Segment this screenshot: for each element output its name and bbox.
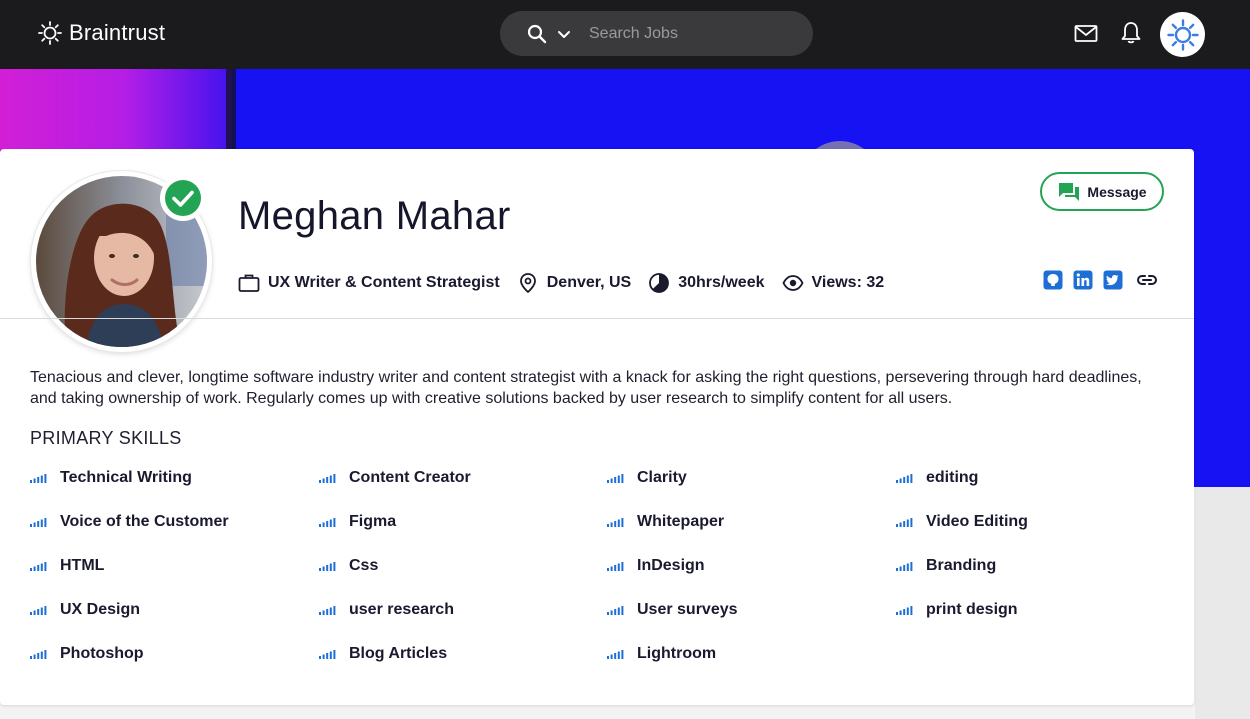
skill-item: Clarity bbox=[607, 469, 687, 487]
skill-level-icon bbox=[319, 606, 336, 615]
skill-item: Css bbox=[319, 557, 378, 575]
skill-label: Branding bbox=[926, 557, 997, 574]
braintrust-avatar-icon bbox=[1166, 18, 1199, 51]
skill-level-icon bbox=[319, 562, 336, 571]
skill-label: Video Editing bbox=[926, 513, 1028, 530]
brand-name: Braintrust bbox=[69, 20, 166, 45]
message-button[interactable]: Message bbox=[1040, 172, 1164, 211]
skill-level-icon bbox=[319, 650, 336, 659]
skill-label: Figma bbox=[349, 513, 397, 530]
skill-item: Blog Articles bbox=[319, 645, 447, 663]
skill-item: Whitepaper bbox=[607, 513, 724, 531]
skill-level-icon bbox=[30, 562, 47, 571]
skill-item: Video Editing bbox=[896, 513, 1028, 531]
briefcase-icon bbox=[238, 274, 260, 292]
profile-meta: UX Writer & Content Strategist Denver, U… bbox=[238, 272, 901, 294]
skill-label: Clarity bbox=[637, 469, 687, 486]
skill-item: Technical Writing bbox=[30, 469, 192, 487]
skill-item: User surveys bbox=[607, 601, 738, 619]
skill-item: editing bbox=[896, 469, 978, 487]
skill-level-icon bbox=[607, 518, 624, 527]
profile-availability: 30hrs/week bbox=[648, 272, 765, 294]
skill-item: UX Design bbox=[30, 601, 140, 619]
skill-item: Photoshop bbox=[30, 645, 144, 663]
skill-level-icon bbox=[607, 562, 624, 571]
profile-title-text: UX Writer & Content Strategist bbox=[268, 274, 500, 291]
location-pin-icon bbox=[519, 273, 536, 294]
skill-level-icon bbox=[896, 474, 913, 483]
skill-label: Whitepaper bbox=[637, 513, 725, 530]
search-icon[interactable] bbox=[527, 24, 547, 44]
skill-level-icon bbox=[896, 606, 913, 615]
link-icon[interactable] bbox=[1135, 270, 1159, 290]
skill-item: Branding bbox=[896, 557, 996, 575]
skill-item: user research bbox=[319, 601, 454, 619]
skill-item: HTML bbox=[30, 557, 104, 575]
search-bar[interactable] bbox=[500, 11, 813, 56]
skill-level-icon bbox=[30, 474, 47, 483]
github-icon[interactable] bbox=[1043, 270, 1063, 290]
skill-label: Voice of the Customer bbox=[60, 513, 229, 530]
skill-item: Figma bbox=[319, 513, 396, 531]
skill-label: HTML bbox=[60, 557, 105, 574]
skill-item: print design bbox=[896, 601, 1018, 619]
skills-heading: PRIMARY SKILLS bbox=[30, 428, 182, 448]
skill-label: Technical Writing bbox=[60, 469, 192, 486]
skill-label: UX Design bbox=[60, 601, 141, 618]
skill-level-icon bbox=[607, 650, 624, 659]
skill-label: Content Creator bbox=[349, 469, 471, 486]
social-links bbox=[1043, 270, 1159, 290]
page-background-strip bbox=[1195, 487, 1250, 719]
check-circle-icon bbox=[165, 180, 201, 216]
profile-location-text: Denver, US bbox=[546, 274, 632, 291]
clock-pie-icon bbox=[649, 273, 670, 293]
eye-icon bbox=[781, 275, 804, 291]
skill-level-icon bbox=[896, 562, 913, 571]
skill-level-icon bbox=[30, 518, 47, 527]
skill-label: Lightroom bbox=[637, 645, 717, 662]
chat-icon bbox=[1059, 182, 1080, 201]
skill-label: editing bbox=[926, 469, 979, 486]
search-input[interactable] bbox=[589, 24, 789, 43]
linkedin-icon[interactable] bbox=[1073, 270, 1093, 290]
profile-title: UX Writer & Content Strategist bbox=[238, 272, 500, 294]
profile-bio: Tenacious and clever, longtime software … bbox=[30, 369, 1142, 407]
user-avatar[interactable] bbox=[1160, 12, 1205, 57]
skill-label: Blog Articles bbox=[349, 645, 448, 662]
profile-availability-text: 30hrs/week bbox=[678, 274, 765, 291]
skill-level-icon bbox=[896, 518, 913, 527]
skill-level-icon bbox=[607, 606, 624, 615]
header-divider bbox=[0, 318, 1194, 319]
profile-views-text: Views: 32 bbox=[811, 274, 885, 291]
skill-level-icon bbox=[319, 474, 336, 483]
skill-level-icon bbox=[30, 606, 47, 615]
skill-label: user research bbox=[349, 601, 454, 618]
mail-icon[interactable] bbox=[1074, 20, 1098, 46]
skill-item: Content Creator bbox=[319, 469, 471, 487]
chevron-down-icon[interactable] bbox=[557, 27, 571, 41]
skill-label: User surveys bbox=[637, 601, 738, 618]
verified-badge bbox=[160, 175, 206, 221]
profile-card: Meghan Mahar UX Writer & Content Strateg… bbox=[0, 149, 1194, 705]
skill-level-icon bbox=[319, 518, 336, 527]
skill-item: Voice of the Customer bbox=[30, 513, 229, 531]
skills-grid: Technical Writing Content Creator Clarity e… bbox=[30, 469, 1190, 689]
skill-level-icon bbox=[30, 650, 47, 659]
skill-label: Css bbox=[349, 557, 379, 574]
skill-item: InDesign bbox=[607, 557, 705, 575]
brand-logo[interactable]: Braintrust bbox=[37, 20, 165, 46]
top-nav-bar: Braintrust bbox=[0, 0, 1250, 69]
skill-level-icon bbox=[607, 474, 624, 483]
profile-name: Meghan Mahar bbox=[238, 194, 511, 238]
skill-label: InDesign bbox=[637, 557, 705, 574]
message-button-label: Message bbox=[1087, 183, 1147, 200]
skill-label: Photoshop bbox=[60, 645, 144, 662]
profile-location: Denver, US bbox=[517, 272, 631, 294]
skill-label: print design bbox=[926, 601, 1018, 618]
bell-icon[interactable] bbox=[1120, 20, 1142, 46]
skill-item: Lightroom bbox=[607, 645, 716, 663]
profile-views: Views: 32 bbox=[781, 272, 885, 294]
twitter-icon[interactable] bbox=[1103, 270, 1123, 290]
braintrust-logo-icon bbox=[38, 21, 62, 45]
